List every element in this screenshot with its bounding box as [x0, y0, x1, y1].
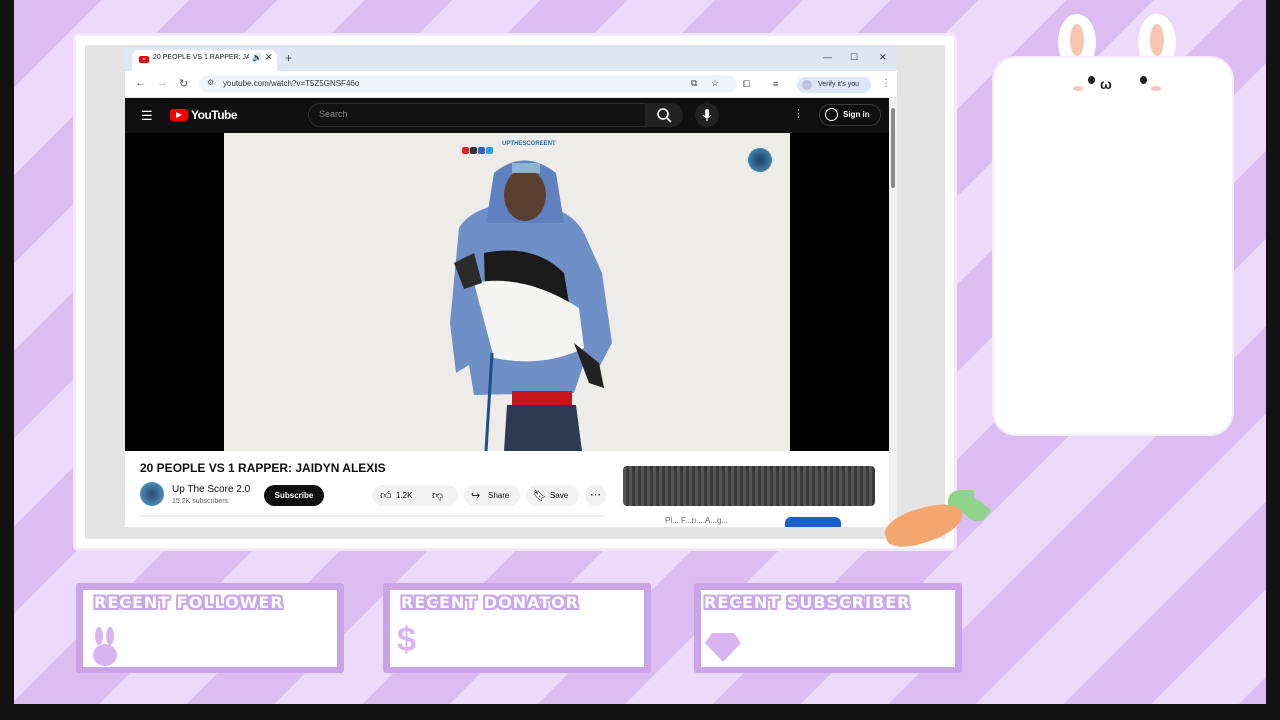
recommended-action-button[interactable] [785, 517, 841, 527]
search-input[interactable]: Search [308, 103, 646, 127]
extensions-icon[interactable]: ⧠ [743, 79, 750, 90]
profile-avatar-icon [802, 80, 812, 90]
url-text: youtube.com/watch?v=T5Z5GNSF46o [223, 79, 360, 88]
microphone-icon [702, 109, 712, 121]
close-tab-icon[interactable]: ✕ [265, 52, 273, 63]
youtube-page: ☰ YouTube Search ⋮ Sign in UPTHESCOREENT… [125, 98, 897, 527]
description-box-edge [140, 515, 604, 517]
sign-in-label: Sign in [843, 110, 870, 119]
install-app-icon[interactable]: ⧉ [691, 78, 697, 89]
recent-donator-box: RECENT DONATOR $ [383, 583, 651, 673]
browser-window: 20 PEOPLE VS 1 RAPPER: JAIDYN ALEXIS 🔊 ✕… [125, 47, 897, 527]
right-letterbox [1266, 0, 1280, 720]
subscribe-button[interactable]: Subscribe [264, 485, 324, 506]
bunny-left-ear-inner [1070, 24, 1084, 56]
bunny-right-blush [1151, 86, 1161, 91]
video-title: 20 PEOPLE VS 1 RAPPER: JAIDYN ALEXIS [140, 461, 386, 475]
search-button[interactable] [645, 103, 683, 127]
video-scene-image [224, 133, 790, 451]
left-letterbox [0, 0, 14, 720]
close-window-icon[interactable]: ✕ [879, 52, 887, 63]
bookmark-star-icon[interactable]: ☆ [711, 78, 719, 89]
share-icon: ↪ [471, 490, 481, 502]
bunny-right-eye [1140, 76, 1147, 84]
tab-strip: 20 PEOPLE VS 1 RAPPER: JAIDYN ALEXIS 🔊 ✕… [125, 47, 897, 71]
bottom-letterbox [0, 704, 1280, 720]
youtube-logo-icon[interactable] [170, 109, 188, 121]
stream-overlay: 20 PEOPLE VS 1 RAPPER: JAIDYN ALEXIS 🔊 ✕… [0, 0, 1280, 720]
subscriber-count: 15.2K subscribers [172, 498, 229, 505]
page-scrollbar[interactable] [889, 98, 897, 527]
new-tab-button[interactable]: + [285, 51, 292, 65]
minimize-icon[interactable]: — [823, 52, 832, 62]
video-player[interactable]: UPTHESCOREENT [125, 133, 889, 451]
site-info-icon[interactable]: ⚙ [207, 78, 214, 87]
more-horizontal-icon: ⋯ [590, 489, 601, 501]
watermark-text: UPTHESCOREENT [502, 141, 556, 147]
speaker-icon[interactable]: 🔊 [252, 53, 262, 62]
tab-title: 20 PEOPLE VS 1 RAPPER: JAIDYN ALEXIS [153, 54, 249, 61]
channel-watermark: UPTHESCOREENT [462, 141, 556, 154]
save-label: Save [550, 491, 569, 500]
forward-icon[interactable]: → [157, 77, 168, 89]
media-controls-icon[interactable]: ≡ [773, 79, 778, 89]
recommended-partial-text: Pl... F...n ...A...g... [665, 516, 729, 525]
channel-badge-icon[interactable] [748, 148, 772, 172]
recent-follower-box: RECENT FOLLOWER [76, 583, 344, 673]
dislike-icon[interactable]: 👎︎ [432, 489, 443, 502]
scroll-thumb[interactable] [891, 108, 895, 188]
share-button[interactable]: ↪ Share [464, 485, 520, 506]
like-count[interactable]: 1.2K [396, 491, 412, 500]
bunny-right-ear-inner [1150, 24, 1164, 56]
voice-search-button[interactable] [695, 103, 719, 127]
capture-area: 20 PEOPLE VS 1 RAPPER: JAIDYN ALEXIS 🔊 ✕… [85, 45, 945, 539]
browser-menu-icon[interactable]: ⋮ [881, 78, 891, 89]
sign-in-button[interactable]: Sign in [819, 104, 881, 126]
bunny-mouth: ω [1100, 76, 1112, 92]
account-icon [825, 108, 838, 121]
recent-follower-title: RECENT FOLLOWER [94, 593, 284, 612]
youtube-favicon-icon [139, 56, 149, 63]
recent-donator-title: RECENT DONATOR [401, 593, 580, 612]
share-label: Share [488, 491, 510, 500]
bunny-icon [90, 627, 120, 674]
diamond-shape-icon [705, 633, 741, 662]
maximize-icon[interactable]: ☐ [850, 52, 858, 63]
diamond-icon [704, 631, 742, 670]
bunny-left-eye [1088, 76, 1095, 84]
search-icon [657, 108, 672, 123]
youtube-logo-text[interactable]: YouTube [191, 108, 238, 122]
recent-subscriber-box: RECENT SUBSCRIBER [694, 583, 962, 673]
like-icon[interactable]: 👍︎ [380, 489, 392, 502]
browser-tab[interactable]: 20 PEOPLE VS 1 RAPPER: JAIDYN ALEXIS 🔊 ✕ [132, 50, 277, 71]
recommended-thumbnail[interactable] [623, 466, 875, 506]
verify-profile-button[interactable]: Verify it's you [797, 77, 871, 93]
bunny-silhouette-icon [93, 627, 117, 666]
bookmark-icon: 🔖︎ [533, 490, 547, 502]
more-actions-button[interactable]: ⋯ [585, 485, 606, 506]
screen-capture-frame: 20 PEOPLE VS 1 RAPPER: JAIDYN ALEXIS 🔊 ✕… [76, 36, 954, 548]
back-icon[interactable]: ← [135, 77, 146, 89]
dollar-icon: $ [397, 621, 416, 659]
like-dislike-group: 👍︎ 1.2K 👎︎ [372, 485, 458, 506]
video-frame[interactable]: UPTHESCOREENT [224, 133, 790, 451]
channel-name[interactable]: Up The Score 2.0 [172, 484, 250, 495]
youtube-masthead: ☰ YouTube Search ⋮ Sign in [125, 98, 889, 133]
save-button[interactable]: 🔖︎ Save [526, 485, 579, 506]
search-placeholder: Search [319, 109, 348, 119]
bunny-left-blush [1073, 86, 1083, 91]
address-toolbar: ← → ↻ ⚙ youtube.com/watch?v=T5Z5GNSF46o … [125, 71, 897, 98]
bunny-camera-card [994, 58, 1232, 434]
settings-more-icon[interactable]: ⋮ [793, 107, 804, 120]
address-bar[interactable]: ⚙ youtube.com/watch?v=T5Z5GNSF46o ⧉ ☆ [199, 75, 737, 93]
recent-subscriber-title: RECENT SUBSCRIBER [704, 593, 911, 612]
channel-avatar[interactable] [140, 482, 164, 506]
hamburger-menu-icon[interactable]: ☰ [141, 108, 153, 124]
reload-icon[interactable]: ↻ [179, 77, 188, 90]
verify-label: Verify it's you [818, 81, 860, 88]
